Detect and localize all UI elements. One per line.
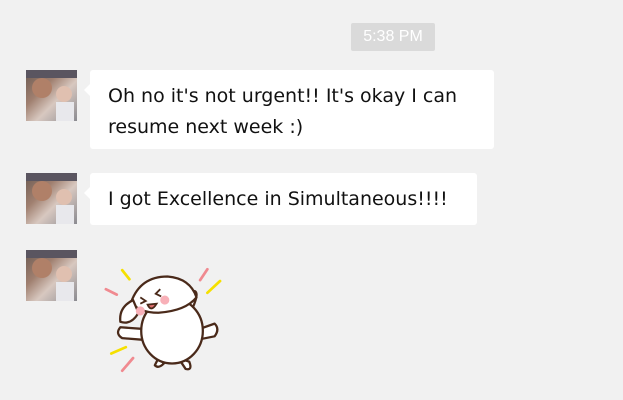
message-text: I got Excellence in Simultaneous!!!! (108, 188, 448, 210)
timestamp: 5:38 PM (351, 23, 435, 51)
message-bubble[interactable]: Oh no it's not urgent!! It's okay I can … (84, 70, 494, 149)
contact-avatar[interactable] (26, 173, 77, 224)
puppy-sticker-icon (104, 267, 222, 373)
message-bubble[interactable]: I got Excellence in Simultaneous!!!! (84, 173, 477, 225)
contact-avatar[interactable] (26, 70, 77, 121)
puppy-sticker[interactable] (95, 255, 240, 385)
contact-avatar[interactable] (26, 250, 77, 301)
message-text: Oh no it's not urgent!! It's okay I can … (108, 85, 458, 138)
